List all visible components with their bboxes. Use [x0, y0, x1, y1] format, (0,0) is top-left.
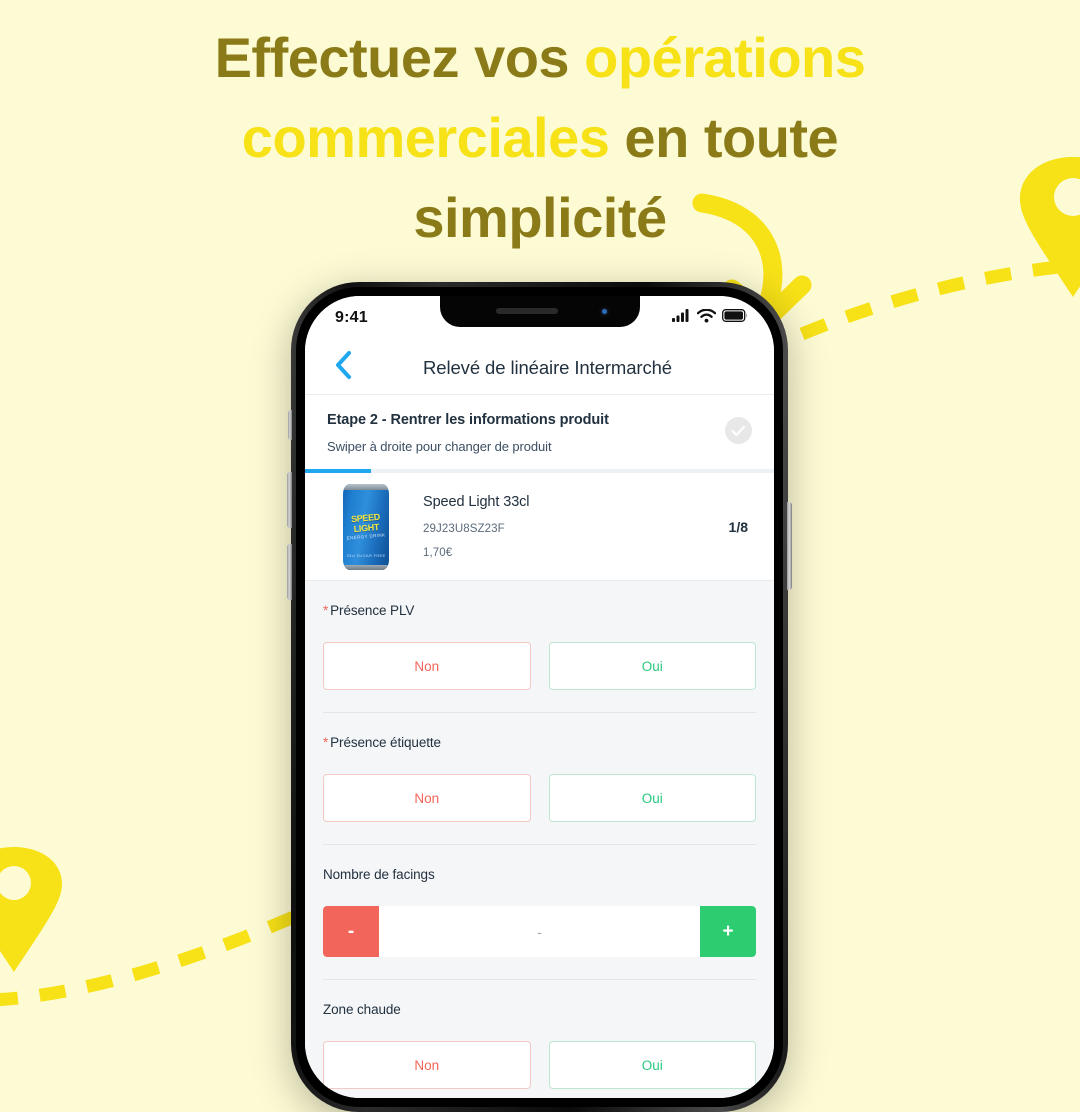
headline-line-2: commerciales en toute — [0, 98, 1080, 178]
status-icons — [672, 308, 748, 328]
earpiece-speaker — [495, 308, 558, 314]
field-label-text: Nombre de facings — [323, 867, 435, 882]
can-brand-line2: LIGHT — [353, 520, 380, 534]
headline-text-3: simplicité — [413, 186, 667, 249]
choice-yes-button[interactable]: Oui — [548, 1041, 756, 1089]
phone-screen: 9:41 Relevé de linéaire Intermarché Etap… — [305, 296, 774, 1098]
page-title: Effectuez vos opérations commerciales en… — [0, 18, 1080, 258]
field-label-text: Présence PLV — [330, 603, 415, 618]
headline-line-3: simplicité — [0, 178, 1080, 258]
step-progress-bar — [305, 469, 774, 473]
headline-line-1: Effectuez vos opérations — [0, 18, 1080, 98]
product-image: SPEED LIGHT ENERGY DRINK 33cl SUGAR FREE — [343, 483, 389, 570]
header-divider — [305, 394, 774, 395]
product-name: Speed Light 33cl — [423, 494, 530, 510]
field-label-text: Zone chaude — [323, 1002, 401, 1017]
field-presence-plv: * Présence PLV Non Oui — [305, 581, 774, 690]
required-asterisk: * — [323, 735, 329, 750]
chevron-left-icon — [333, 350, 353, 385]
back-button[interactable] — [305, 350, 367, 385]
dashed-path-left — [0, 900, 300, 1015]
app-header: Relevé de linéaire Intermarché — [305, 340, 774, 395]
required-asterisk: * — [323, 603, 329, 618]
product-sku: 29J23U8SZ23F — [423, 523, 505, 535]
headline-text-2b: en toute — [609, 106, 839, 169]
quantity-stepper: - - + — [323, 906, 756, 957]
stepper-decrement-button[interactable]: - — [323, 906, 379, 957]
power-button[interactable] — [787, 502, 792, 590]
field-label: Zone chaude — [323, 1002, 756, 1017]
phone-notch — [439, 296, 640, 327]
battery-full-icon — [722, 309, 748, 327]
front-camera — [598, 306, 610, 317]
cellular-signal-icon — [672, 309, 691, 327]
form-body: * Présence PLV Non Oui * Présence étiquett… — [305, 581, 774, 1098]
product-counter: 1/8 — [728, 518, 748, 535]
field-zone-chaude: Zone chaude Non Oui — [305, 980, 774, 1089]
product-card[interactable]: SPEED LIGHT ENERGY DRINK 33cl SUGAR FREE… — [305, 473, 774, 581]
status-time: 9:41 — [335, 309, 368, 326]
choice-row: Non Oui — [323, 1041, 756, 1089]
choice-yes-button[interactable]: Oui — [548, 642, 756, 690]
dashed-path-right — [799, 250, 1070, 345]
choice-no-button[interactable]: Non — [323, 642, 531, 690]
wifi-icon — [696, 308, 717, 328]
choice-row: Non Oui — [323, 774, 756, 822]
phone-mockup: 9:41 Relevé de linéaire Intermarché Etap… — [287, 282, 792, 1112]
screen-title: Relevé de linéaire Intermarché — [423, 356, 672, 378]
field-presence-etiquette: * Présence étiquette Non Oui — [305, 713, 774, 822]
field-label: * Présence PLV — [323, 603, 756, 618]
field-nombre-facings: Nombre de facings - - + — [305, 845, 774, 957]
headline-text-1b: opérations — [584, 26, 866, 89]
choice-no-button[interactable]: Non — [323, 1041, 531, 1089]
choice-yes-button[interactable]: Oui — [548, 774, 756, 822]
product-info: Speed Light 33cl 29J23U8SZ23F 1,70€ — [389, 494, 729, 559]
can-brand: SPEED LIGHT — [343, 511, 389, 535]
step-title: Etape 2 - Rentrer les informations produ… — [327, 412, 609, 428]
headline-text-2a: commerciales — [241, 106, 610, 169]
step-progress-fill — [305, 469, 371, 473]
field-label: Nombre de facings — [323, 867, 756, 882]
field-label: * Présence étiquette — [323, 735, 756, 750]
choice-row: Non Oui — [323, 642, 756, 690]
check-circle-icon[interactable] — [725, 417, 752, 444]
volume-down-button[interactable] — [287, 544, 292, 600]
step-subtitle: Swiper à droite pour changer de produit — [327, 439, 552, 454]
step-header: Etape 2 - Rentrer les informations produ… — [305, 395, 774, 469]
can-footer: 33cl SUGAR FREE — [346, 552, 386, 558]
choice-no-button[interactable]: Non — [323, 774, 531, 822]
headline-text-1a: Effectuez vos — [214, 26, 585, 89]
stepper-value[interactable]: - — [379, 906, 700, 957]
volume-up-button[interactable] — [287, 472, 292, 528]
map-pin-icon-left — [0, 845, 64, 980]
product-price: 1,70€ — [423, 547, 453, 559]
silence-switch[interactable] — [288, 410, 292, 440]
stepper-increment-button[interactable]: + — [700, 906, 756, 957]
field-label-text: Présence étiquette — [330, 735, 441, 750]
